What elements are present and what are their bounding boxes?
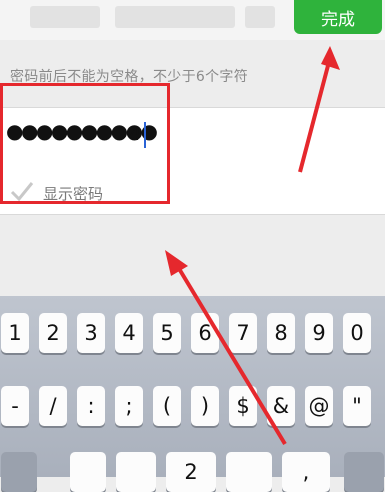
key-quote[interactable]: " (343, 386, 371, 426)
blurred-title-right (245, 6, 275, 28)
key-right-paren[interactable]: ) (191, 386, 219, 426)
key-at[interactable]: @ (305, 386, 333, 426)
key-hyphen[interactable]: - (1, 386, 29, 426)
key-6[interactable]: 6 (191, 313, 219, 353)
key-4[interactable]: 4 (115, 313, 143, 353)
key-row3-a[interactable] (70, 452, 106, 492)
key-3[interactable]: 3 (77, 313, 105, 353)
key-colon[interactable]: : (77, 386, 105, 426)
backspace-icon[interactable] (344, 452, 384, 492)
key-slash[interactable]: / (39, 386, 67, 426)
key-1[interactable]: 1 (1, 313, 29, 353)
key-row3-b[interactable] (116, 452, 156, 492)
key-semicolon[interactable]: ; (115, 386, 143, 426)
key-symbols-toggle[interactable] (1, 452, 37, 492)
blurred-title-center (115, 6, 235, 28)
key-dollar[interactable]: $ (229, 386, 257, 426)
key-8[interactable]: 8 (267, 313, 295, 353)
key-7[interactable]: 7 (229, 313, 257, 353)
blurred-title-left (30, 6, 100, 28)
key-0[interactable]: 0 (343, 313, 371, 353)
nav-bar: 完成 (0, 0, 385, 40)
numeric-keyboard: 1 2 3 4 5 6 7 8 9 0 - / : ; ( ) $ & @ " … (0, 296, 385, 492)
key-row3-c[interactable]: 2 (166, 452, 216, 492)
key-comma[interactable]: , (282, 452, 330, 492)
arrow-head-password (165, 250, 188, 276)
key-2[interactable]: 2 (39, 313, 67, 353)
annotation-highlight-box (0, 83, 170, 204)
key-5[interactable]: 5 (153, 313, 181, 353)
key-left-paren[interactable]: ( (153, 386, 181, 426)
done-button[interactable]: 完成 (294, 0, 382, 34)
key-ampersand[interactable]: & (267, 386, 295, 426)
key-9[interactable]: 9 (305, 313, 333, 353)
key-row3-d[interactable] (226, 452, 272, 492)
arrow-head-done (321, 46, 340, 70)
